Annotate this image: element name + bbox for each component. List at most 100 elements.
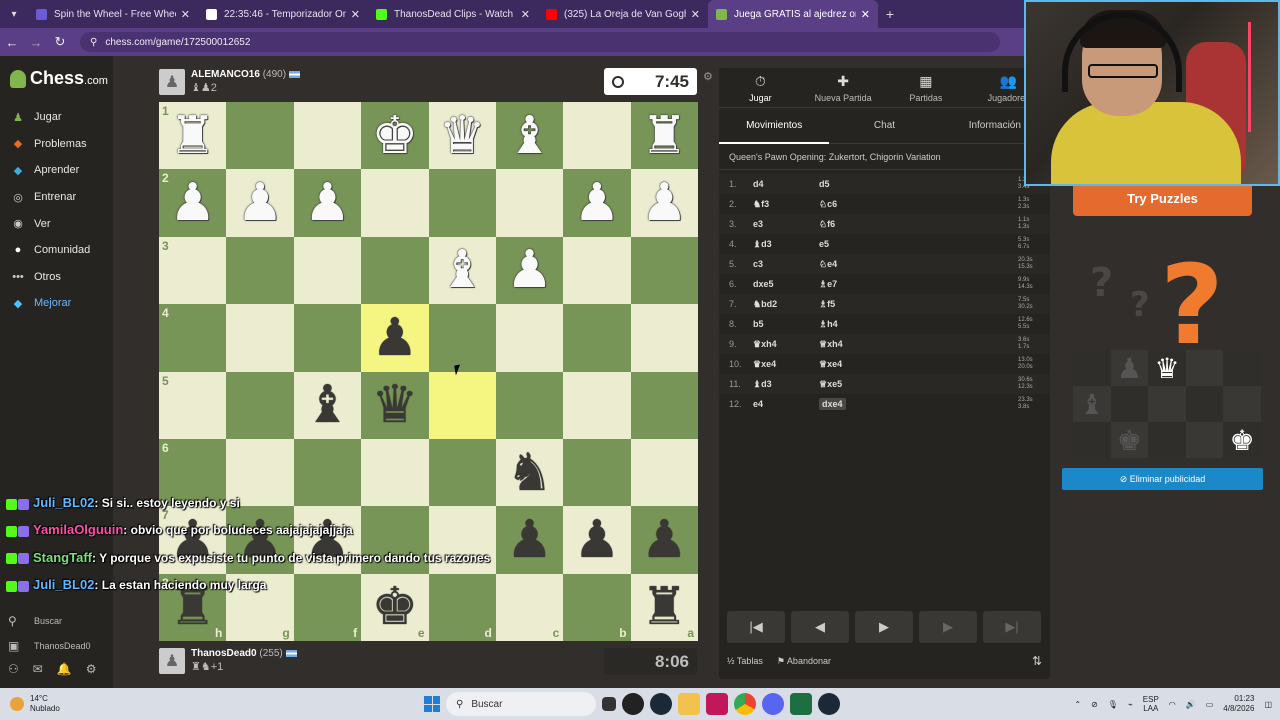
usb-icon[interactable]: ⌁: [1128, 700, 1133, 709]
chevron-up-icon[interactable]: ⌃: [1074, 700, 1081, 709]
board-square[interactable]: ♝: [293, 371, 362, 439]
white-move[interactable]: e4: [753, 399, 819, 409]
sidebar-search[interactable]: ⚲ Buscar: [8, 608, 97, 633]
board-square[interactable]: [630, 438, 698, 507]
chat-username[interactable]: StangTaff: [33, 550, 92, 565]
chess-piece[interactable]: ♝: [506, 110, 553, 162]
language-indicator[interactable]: ESP LAA: [1143, 695, 1159, 713]
black-move[interactable]: ♕xh4: [819, 339, 885, 350]
board-square[interactable]: [293, 304, 362, 372]
chat-username[interactable]: YamilaOlguuin: [33, 522, 123, 537]
white-move[interactable]: b5: [753, 319, 819, 329]
board-square[interactable]: [293, 102, 362, 170]
tab-list-menu-button[interactable]: ▾: [0, 0, 28, 28]
board-square[interactable]: ♝: [428, 236, 496, 305]
white-move[interactable]: dxe5: [753, 279, 819, 289]
white-move[interactable]: ♝d3: [753, 239, 819, 250]
steam-icon-2[interactable]: [818, 693, 840, 715]
tab-close-icon[interactable]: ✕: [346, 8, 360, 21]
forward-button[interactable]: →: [24, 35, 48, 50]
play-button[interactable]: ▶: [855, 611, 913, 643]
board-square[interactable]: ♟: [495, 236, 564, 305]
board-square[interactable]: ♟: [630, 506, 698, 574]
tab-close-icon[interactable]: ✕: [176, 8, 190, 21]
board-square[interactable]: ♛: [361, 371, 429, 439]
subtab-1[interactable]: Chat: [829, 108, 939, 144]
sidebar-item-aprender[interactable]: ◆ Aprender: [10, 157, 90, 184]
chrome-icon[interactable]: [734, 693, 756, 715]
white-move[interactable]: ♛xh4: [753, 339, 819, 350]
wifi-icon[interactable]: ◠: [1169, 700, 1176, 709]
board-square[interactable]: 2 ♟: [159, 169, 227, 237]
board-square[interactable]: a ♜: [630, 573, 698, 641]
next-move-button[interactable]: ▶: [919, 611, 977, 643]
board-square[interactable]: ♛: [428, 102, 496, 170]
bottom-player-avatar[interactable]: ♟: [159, 648, 185, 674]
panel-tab-0[interactable]: ⏱ Jugar: [719, 68, 802, 107]
board-square[interactable]: 3: [159, 236, 227, 305]
board-square[interactable]: ♟: [563, 169, 631, 237]
sidebar-item-jugar[interactable]: ♟ Jugar: [10, 104, 90, 131]
board-square[interactable]: ♝: [495, 102, 564, 170]
sidebar-profile[interactable]: ▣ ThanosDead0: [8, 633, 97, 658]
sidebar-item-otros[interactable]: ••• Otros: [10, 264, 90, 291]
board-square[interactable]: [293, 236, 362, 305]
address-bar[interactable]: ⚲ chess.com/game/172500012652: [80, 32, 1000, 52]
board-square[interactable]: [563, 304, 631, 372]
chess-piece[interactable]: ♟: [574, 514, 621, 566]
mic-icon[interactable]: 🎙: [1108, 700, 1118, 709]
board-square[interactable]: [563, 102, 631, 170]
back-button[interactable]: ←: [0, 35, 24, 50]
black-move[interactable]: ♗h4: [819, 319, 885, 330]
new-tab-button[interactable]: +: [878, 6, 902, 22]
chesscom-logo[interactable]: Chess .com: [10, 68, 108, 89]
chess-piece[interactable]: ♞: [506, 447, 553, 499]
chess-piece[interactable]: ♝: [304, 379, 351, 431]
browser-tab[interactable]: 22:35:46 - Temporizador Online✕: [198, 0, 368, 28]
top-player-avatar[interactable]: ♟: [159, 69, 185, 95]
chess-piece[interactable]: ♛: [439, 110, 486, 162]
board-square[interactable]: [495, 169, 564, 237]
chess-piece[interactable]: ♚: [372, 110, 419, 162]
browser-tab[interactable]: (325) La Oreja de Van Gogh - R✕: [538, 0, 708, 28]
settings-icon[interactable]: ⚙: [86, 662, 97, 676]
remove-ads-button[interactable]: ⊘ Eliminar publicidad: [1062, 468, 1263, 490]
tab-close-icon[interactable]: ✕: [686, 8, 700, 21]
board-square[interactable]: [428, 371, 496, 439]
black-move[interactable]: d5: [819, 179, 885, 189]
board-square[interactable]: ♟: [361, 304, 429, 372]
chess-piece[interactable]: ♟: [372, 312, 419, 364]
board-square[interactable]: [563, 371, 631, 439]
windows-start-icon[interactable]: [424, 696, 440, 712]
board-square[interactable]: ♚: [361, 102, 429, 170]
clock-widget[interactable]: 01:23 4/8/2026: [1223, 694, 1254, 714]
board-square[interactable]: b: [563, 573, 631, 641]
board-square[interactable]: ♟: [563, 506, 631, 574]
white-move[interactable]: c3: [753, 259, 819, 269]
browser-tab[interactable]: ThanosDead Clips - Watch Live✕: [368, 0, 538, 28]
site-info-icon[interactable]: ⚲: [90, 37, 97, 48]
board-square[interactable]: [226, 102, 294, 170]
white-move[interactable]: ♝d3: [753, 379, 819, 390]
black-move[interactable]: ♗e7: [819, 279, 885, 290]
chess-piece[interactable]: ♟: [641, 177, 688, 229]
subtab-0[interactable]: Movimientos: [719, 108, 829, 144]
steam-icon[interactable]: [650, 693, 672, 715]
weather-widget[interactable]: 14°C Nublado: [10, 694, 60, 714]
board-square[interactable]: [630, 304, 698, 372]
black-move[interactable]: dxe4: [819, 398, 885, 410]
black-move[interactable]: e5: [819, 239, 885, 249]
draw-button[interactable]: ½ Tablas: [727, 656, 763, 666]
excel-icon[interactable]: [790, 693, 812, 715]
board-square[interactable]: ♟: [630, 169, 698, 237]
chess-piece[interactable]: ♜: [641, 110, 688, 162]
panel-tab-1[interactable]: ✚ Nueva Partida: [802, 68, 885, 107]
board-square[interactable]: [361, 236, 429, 305]
last-move-button[interactable]: ▶|: [983, 611, 1041, 643]
network-icon[interactable]: ⊘: [1091, 700, 1098, 709]
chess-piece[interactable]: ♟: [304, 177, 351, 229]
sidebar-item-entrenar[interactable]: ◎ Entrenar: [10, 184, 90, 211]
chat-username[interactable]: Juli_BL02: [33, 577, 94, 592]
panel-tab-2[interactable]: ▦ Partidas: [885, 68, 968, 107]
board-square[interactable]: [361, 169, 429, 237]
